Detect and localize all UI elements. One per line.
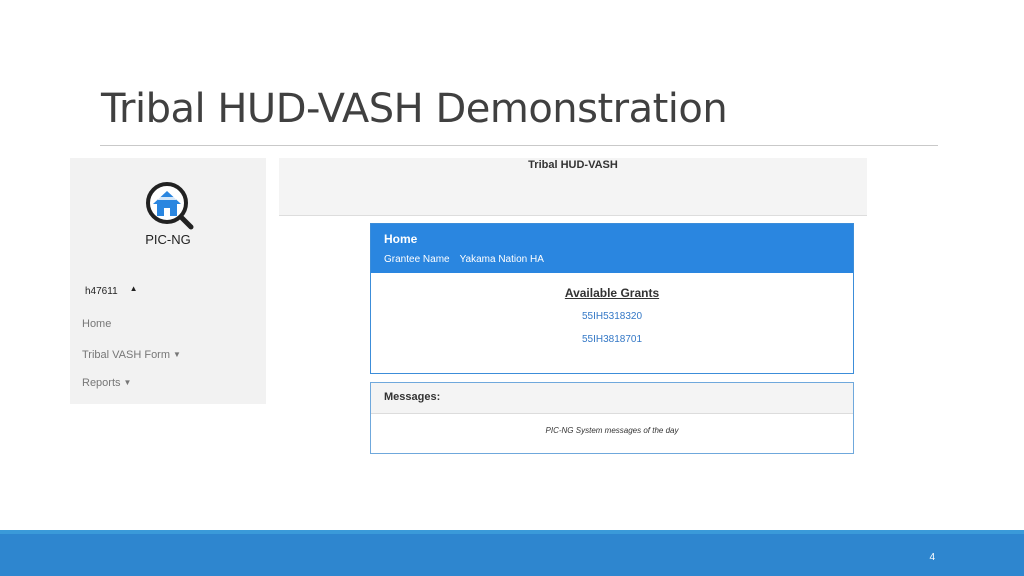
grant-link[interactable]: 55IH3818701 (371, 334, 853, 345)
nav-item-label: Home (82, 318, 112, 330)
home-panel-header: Home Grantee Name Yakama Nation HA (371, 224, 853, 273)
nav-item-label: Tribal VASH Form (82, 349, 171, 361)
user-menu[interactable]: h47611 ▲ (85, 284, 138, 297)
app-title: Tribal HUD-VASH (528, 159, 618, 171)
grantee-row: Grantee Name Yakama Nation HA (384, 254, 840, 265)
nav-item-label: Reports (82, 377, 121, 389)
available-grants-heading: Available Grants (564, 286, 660, 300)
app-header: Tribal HUD-VASH (279, 158, 867, 216)
nav-item-tribal-vash-form[interactable]: Tribal VASH Form ▼ (82, 349, 181, 361)
grant-link[interactable]: 55IH5318320 (371, 311, 853, 322)
messages-panel: Messages: PIC-NG System messages of the … (370, 382, 854, 454)
grantee-label: Grantee Name (384, 254, 450, 265)
caret-down-icon: ▼ (123, 378, 132, 387)
title-divider (100, 145, 938, 146)
caret-up-icon: ▲ (129, 284, 138, 293)
messages-body: PIC-NG System messages of the day (545, 426, 679, 435)
slide-title: Tribal HUD-VASH Demonstration (101, 86, 728, 132)
messages-title: Messages: (371, 383, 853, 414)
nav-item-home[interactable]: Home (82, 318, 111, 330)
pic-ng-logo-icon (146, 182, 194, 230)
logo-label: PIC-NG (145, 232, 191, 247)
slide-footer: 4 (0, 534, 1024, 576)
username: h47611 (85, 286, 118, 297)
grantee-value: Yakama Nation HA (459, 254, 544, 265)
page-number: 4 (929, 552, 935, 563)
sidebar: PIC-NG h47611 ▲ Home Tribal VASH Form ▼ Re… (70, 158, 266, 404)
caret-down-icon: ▼ (173, 350, 181, 359)
home-panel: Home Grantee Name Yakama Nation HA Availa… (370, 223, 854, 374)
home-title: Home (384, 232, 418, 246)
nav-item-reports[interactable]: Reports ▼ (82, 377, 131, 389)
